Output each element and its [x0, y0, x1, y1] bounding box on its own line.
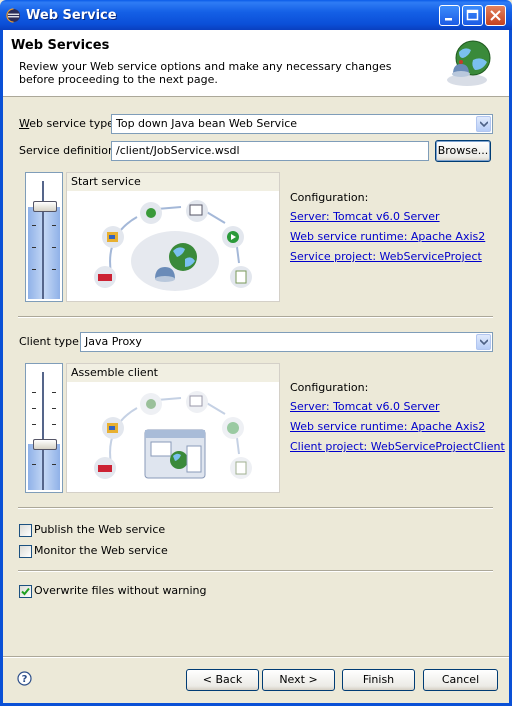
client-slider-fill: [28, 444, 60, 490]
chevron-down-icon: [480, 121, 488, 127]
client-type-dropdown[interactable]: [476, 334, 491, 350]
service-slider-thumb[interactable]: [33, 201, 57, 212]
finish-button[interactable]: Finish: [342, 669, 415, 691]
service-runtime-link[interactable]: Web service runtime: Apache Axis2: [290, 229, 485, 245]
monitor-label: Monitor the Web service: [34, 544, 168, 557]
publish-label: Publish the Web service: [34, 523, 166, 536]
tick: [32, 408, 36, 409]
section-separator: [18, 507, 493, 509]
chevron-down-icon: [480, 339, 488, 345]
tick: [32, 392, 36, 393]
section-separator: [18, 570, 493, 572]
section-separator: [18, 316, 493, 318]
service-definition-label: Service definition:: [19, 144, 119, 157]
tick: [32, 247, 36, 248]
back-button[interactable]: < Back: [186, 669, 259, 691]
client-project-link[interactable]: Client project: WebServiceProjectClient: [290, 439, 505, 455]
service-server-link[interactable]: Server: Tomcat v6.0 Server: [290, 209, 440, 225]
client-level-slider[interactable]: [25, 363, 63, 493]
page-description: Review your Web service options and make…: [19, 60, 392, 86]
overwrite-label: Overwrite files without warning: [34, 584, 207, 597]
client-type-value: Java Proxy: [85, 335, 142, 348]
close-button[interactable]: [485, 5, 506, 26]
service-level-slider[interactable]: [25, 172, 63, 302]
tick: [32, 424, 36, 425]
client-lifecycle-diagram: [94, 391, 252, 479]
client-type-combo[interactable]: Java Proxy: [80, 332, 493, 352]
help-icon[interactable]: ?: [17, 671, 32, 686]
svg-text:?: ?: [22, 674, 28, 685]
service-stage-graphic: Start service: [66, 172, 280, 302]
web-service-type-dropdown[interactable]: [476, 116, 491, 132]
tick: [32, 225, 36, 226]
maximize-button[interactable]: [462, 5, 483, 26]
browse-button[interactable]: Browse...: [435, 140, 491, 162]
overwrite-checkbox[interactable]: [19, 585, 32, 598]
service-lifecycle-diagram: [94, 200, 252, 291]
web-service-globe-icon: [447, 40, 491, 86]
tick: [52, 392, 56, 393]
page-title: Web Services: [11, 38, 110, 53]
window-title: Web Service: [26, 8, 117, 23]
tick: [52, 408, 56, 409]
service-slider-track: [42, 181, 44, 299]
service-definition-value: /client/JobService.wsdl: [116, 144, 240, 157]
web-service-type-label-rest: eb service type:: [29, 117, 118, 130]
service-slider-fill: [28, 207, 60, 299]
tick: [52, 225, 56, 226]
client-stage-label: Assemble client: [67, 364, 279, 382]
service-definition-input[interactable]: /client/JobService.wsdl: [111, 141, 429, 161]
checkmark-icon: [21, 587, 30, 596]
tick: [52, 269, 56, 270]
service-config-heading: Configuration:: [290, 191, 369, 204]
client-runtime-link[interactable]: Web service runtime: Apache Axis2: [290, 419, 485, 435]
window-frame-left: [0, 30, 3, 706]
client-stage-graphic: Assemble client: [66, 363, 280, 493]
publish-checkbox[interactable]: [19, 524, 32, 537]
minimize-button[interactable]: [439, 5, 460, 26]
client-server-link[interactable]: Server: Tomcat v6.0 Server: [290, 399, 440, 415]
tick: [52, 464, 56, 465]
web-service-type-value: Top down Java bean Web Service: [116, 117, 298, 130]
footer-separator: [3, 656, 509, 658]
web-service-type-label: Web service type:: [19, 117, 118, 130]
client-slider-thumb[interactable]: [33, 439, 57, 450]
client-type-label: Client type:: [19, 335, 83, 348]
cancel-button[interactable]: Cancel: [423, 669, 498, 691]
tick: [52, 424, 56, 425]
monitor-checkbox[interactable]: [19, 545, 32, 558]
web-service-type-combo[interactable]: Top down Java bean Web Service: [111, 114, 493, 134]
client-config-heading: Configuration:: [290, 381, 369, 394]
service-stage-label: Start service: [67, 173, 279, 191]
tick: [32, 464, 36, 465]
eclipse-icon: [6, 8, 21, 23]
next-button[interactable]: Next >: [262, 669, 335, 691]
client-slider-track: [42, 372, 44, 490]
service-project-link[interactable]: Service project: WebServiceProject: [290, 249, 482, 265]
banner-separator: [3, 96, 509, 97]
header-banner: Web Services Review your Web service opt…: [3, 30, 509, 96]
tick: [32, 269, 36, 270]
tick: [52, 247, 56, 248]
